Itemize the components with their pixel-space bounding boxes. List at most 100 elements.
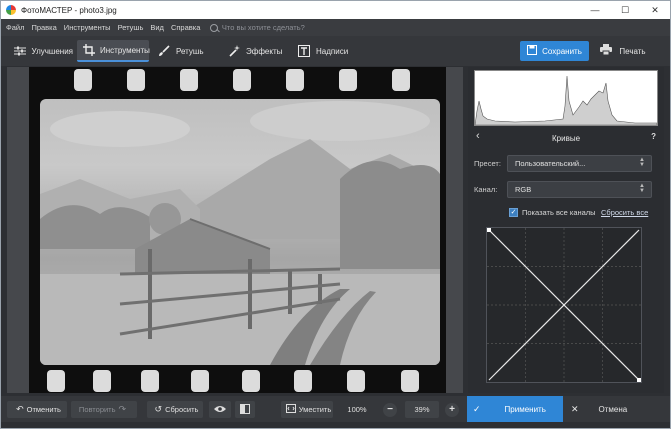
printer-icon <box>600 44 613 58</box>
film-hole <box>392 69 410 91</box>
eye-icon <box>214 405 226 415</box>
film-hole <box>93 370 111 392</box>
show-all-channels-label[interactable]: Показать все каналы <box>522 208 596 217</box>
fit-button[interactable]: Уместить <box>281 401 333 418</box>
channel-label: Канал: <box>474 185 498 194</box>
film-frame <box>29 67 446 393</box>
close-icon: ✕ <box>571 403 579 414</box>
show-all-channels-checkbox[interactable]: ✓ <box>509 208 518 217</box>
film-hole <box>47 370 65 392</box>
curve-point[interactable] <box>487 228 491 232</box>
undo-button[interactable]: ↶ Отменить <box>7 401 67 418</box>
reset-button[interactable]: ↺ Сбросить <box>147 401 203 418</box>
film-hole <box>286 69 304 91</box>
curves-panel: ‹ Кривые ? Пресет: Пользовательский... ▲… <box>468 67 664 393</box>
window-controls: — ☐ ✕ <box>580 1 670 19</box>
floppy-icon <box>527 45 538 57</box>
updown-arrow-icon: ▲ ▼ <box>639 183 645 194</box>
reset-icon: ↺ <box>154 404 163 414</box>
close-button[interactable]: ✕ <box>640 1 670 19</box>
zoom-value[interactable]: 39% <box>405 401 439 418</box>
fit-screen-icon <box>285 404 296 415</box>
panel-header: ‹ Кривые ? <box>468 129 664 147</box>
histogram <box>474 70 658 126</box>
back-arrow-icon[interactable]: ‹ <box>476 130 480 142</box>
film-hole <box>127 69 145 91</box>
reset-all-link[interactable]: Сбросить все <box>601 208 648 217</box>
menu-bar: Файл Правка Инструменты Ретушь Вид Справ… <box>1 19 670 36</box>
film-hole <box>339 69 357 91</box>
print-label: Печать <box>619 46 646 56</box>
redo-button[interactable]: Повторить ↷ <box>71 401 137 418</box>
histogram-graph <box>474 75 658 126</box>
print-button[interactable]: Печать <box>593 41 653 61</box>
maximize-button[interactable]: ☐ <box>610 1 640 19</box>
tab-captions-label: Надписи <box>316 46 349 56</box>
title-bar: ФотоМАСТЕР - photo3.jpg — ☐ ✕ <box>1 1 670 19</box>
tab-retouch[interactable]: Ретушь <box>153 40 213 62</box>
landscape-photo <box>40 101 440 365</box>
redo-icon: ↷ <box>118 404 127 414</box>
zoom-100-button[interactable]: 100% <box>341 401 373 418</box>
fit-label: Уместить <box>298 405 332 414</box>
minimize-button[interactable]: — <box>580 1 610 19</box>
app-window: ФотоМАСТЕР - photo3.jpg — ☐ ✕ Файл Правк… <box>0 0 671 429</box>
tab-effects[interactable]: Эффекты <box>223 40 285 62</box>
zoom-in-button[interactable]: + <box>445 402 459 417</box>
save-label: Сохранить <box>542 46 582 56</box>
tab-effects-label: Эффекты <box>246 46 283 56</box>
window-title: ФотоМАСТЕР - photo3.jpg <box>21 5 117 15</box>
cancel-label: Отмена <box>598 404 628 414</box>
film-hole <box>180 69 198 91</box>
film-hole <box>141 370 159 392</box>
reset-label: Сбросить <box>165 405 199 414</box>
image-canvas[interactable] <box>7 67 463 393</box>
redo-label: Повторить <box>78 405 116 414</box>
main-toolbar: Улучшения Инструменты Ретушь Эффекты Над… <box>1 36 670 66</box>
channel-value: RGB <box>515 185 532 194</box>
tab-tools-label: Инструменты <box>100 45 150 55</box>
text-icon <box>297 44 311 58</box>
magic-wand-icon <box>227 44 241 58</box>
menu-tools[interactable]: Инструменты <box>60 23 114 32</box>
film-hole <box>347 370 365 392</box>
menu-view[interactable]: Вид <box>147 23 168 32</box>
tab-tools[interactable]: Инструменты <box>77 40 150 62</box>
channel-select[interactable]: RGB ▲ ▼ <box>507 181 652 198</box>
tab-enhancements-label: Улучшения <box>31 46 73 56</box>
save-button[interactable]: Сохранить <box>520 41 589 61</box>
undo-label: Отменить <box>26 405 61 414</box>
curves-editor[interactable] <box>486 227 642 383</box>
help-icon[interactable]: ? <box>651 132 656 141</box>
tab-enhancements[interactable]: Улучшения <box>7 40 73 62</box>
search-field[interactable]: Что вы хотите сделать? <box>209 23 305 32</box>
film-hole <box>191 370 209 392</box>
preset-label: Пресет: <box>474 159 501 168</box>
app-logo-icon <box>6 5 16 15</box>
film-hole <box>74 69 92 91</box>
preset-select[interactable]: Пользовательский... ▲ ▼ <box>507 155 652 172</box>
cancel-button[interactable]: ✕ Отмена <box>565 396 669 422</box>
sliders-icon <box>13 44 27 58</box>
preview-toggle-button[interactable] <box>209 401 231 418</box>
menu-edit[interactable]: Правка <box>28 23 60 32</box>
brush-icon <box>157 44 171 58</box>
film-hole <box>233 69 251 91</box>
curve-point[interactable] <box>637 378 641 382</box>
undo-icon: ↶ <box>16 404 24 414</box>
checkmark-icon: ✓ <box>473 403 481 414</box>
apply-button[interactable]: ✓ Применить <box>467 396 563 422</box>
zoom-out-button[interactable]: − <box>383 402 397 417</box>
preset-value: Пользовательский... <box>515 159 586 168</box>
tab-captions[interactable]: Надписи <box>293 40 353 62</box>
film-hole <box>401 370 419 392</box>
menu-file[interactable]: Файл <box>1 23 28 32</box>
film-hole <box>242 370 260 392</box>
apply-label: Применить <box>504 404 546 414</box>
compare-button[interactable] <box>235 401 255 418</box>
menu-retouch[interactable]: Ретушь <box>114 23 147 32</box>
search-icon <box>209 23 218 32</box>
curves-graph <box>487 228 641 382</box>
menu-help[interactable]: Справка <box>167 23 203 32</box>
tab-retouch-label: Ретушь <box>176 46 204 56</box>
